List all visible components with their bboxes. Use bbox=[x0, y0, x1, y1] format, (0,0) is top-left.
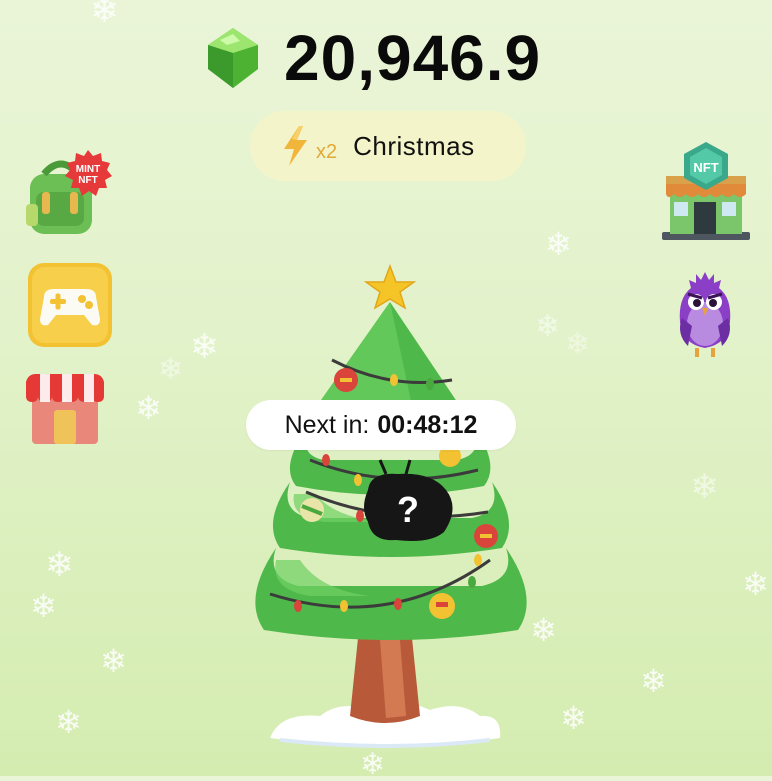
mint-nft-backpack-button[interactable]: MINT NFT bbox=[22, 148, 114, 240]
timer-label: Next in: bbox=[284, 410, 370, 439]
snowflake-icon: ❄ bbox=[545, 226, 572, 262]
mystery-question-mark: ? bbox=[397, 489, 419, 530]
svg-text:NFT: NFT bbox=[78, 175, 97, 186]
snowflake-icon: ❄ bbox=[560, 700, 587, 736]
timer-value: 00:48:12 bbox=[377, 410, 478, 439]
snowflake-icon: ❄ bbox=[640, 663, 667, 699]
svg-text:MINT: MINT bbox=[76, 164, 100, 175]
snowflake-icon: ❄ bbox=[30, 588, 57, 624]
boost-label: Christmas bbox=[353, 130, 475, 161]
shop-button[interactable] bbox=[24, 370, 106, 448]
christmas-tree-icon: ? bbox=[255, 263, 527, 748]
mint-nft-badge-icon: MINT NFT bbox=[65, 150, 112, 196]
purple-bird-button[interactable] bbox=[676, 268, 734, 360]
balance-value: 20,946.9 bbox=[284, 22, 542, 94]
nft-store-button[interactable]: NFT bbox=[660, 140, 752, 244]
purple-bird-icon bbox=[679, 272, 731, 357]
snowflake-icon: ❄ bbox=[45, 546, 74, 584]
gamepad-icon bbox=[28, 263, 112, 347]
balance-display: 20,946.9 bbox=[200, 20, 541, 96]
nft-store-icon: NFT bbox=[662, 142, 750, 240]
games-button[interactable] bbox=[26, 261, 114, 349]
snowflake-icon: ❄ bbox=[100, 643, 127, 679]
christmas-tree[interactable]: ? bbox=[240, 260, 540, 765]
snowflake-icon: ❄ bbox=[742, 566, 769, 602]
boost-pill[interactable]: x2 Christmas bbox=[250, 111, 526, 181]
nft-sign-text: NFT bbox=[693, 160, 718, 175]
snowflake-icon: ❄ bbox=[90, 0, 119, 30]
green-gem-icon bbox=[208, 28, 258, 88]
boost-multiplier: x2 bbox=[316, 140, 338, 163]
shop-stall-icon bbox=[26, 374, 104, 444]
snowflake-icon: ❄ bbox=[55, 704, 82, 740]
next-drop-timer: Next in: 00:48:12 bbox=[246, 400, 516, 450]
snowflake-icon: ❄ bbox=[565, 328, 591, 361]
snowflake-icon: ❄ bbox=[690, 468, 719, 506]
lightning-bolt-icon bbox=[284, 126, 307, 166]
snowflake-icon: ❄ bbox=[135, 390, 162, 426]
snowflake-icon: ❄ bbox=[190, 328, 219, 366]
snowflake-icon: ❄ bbox=[158, 353, 184, 386]
